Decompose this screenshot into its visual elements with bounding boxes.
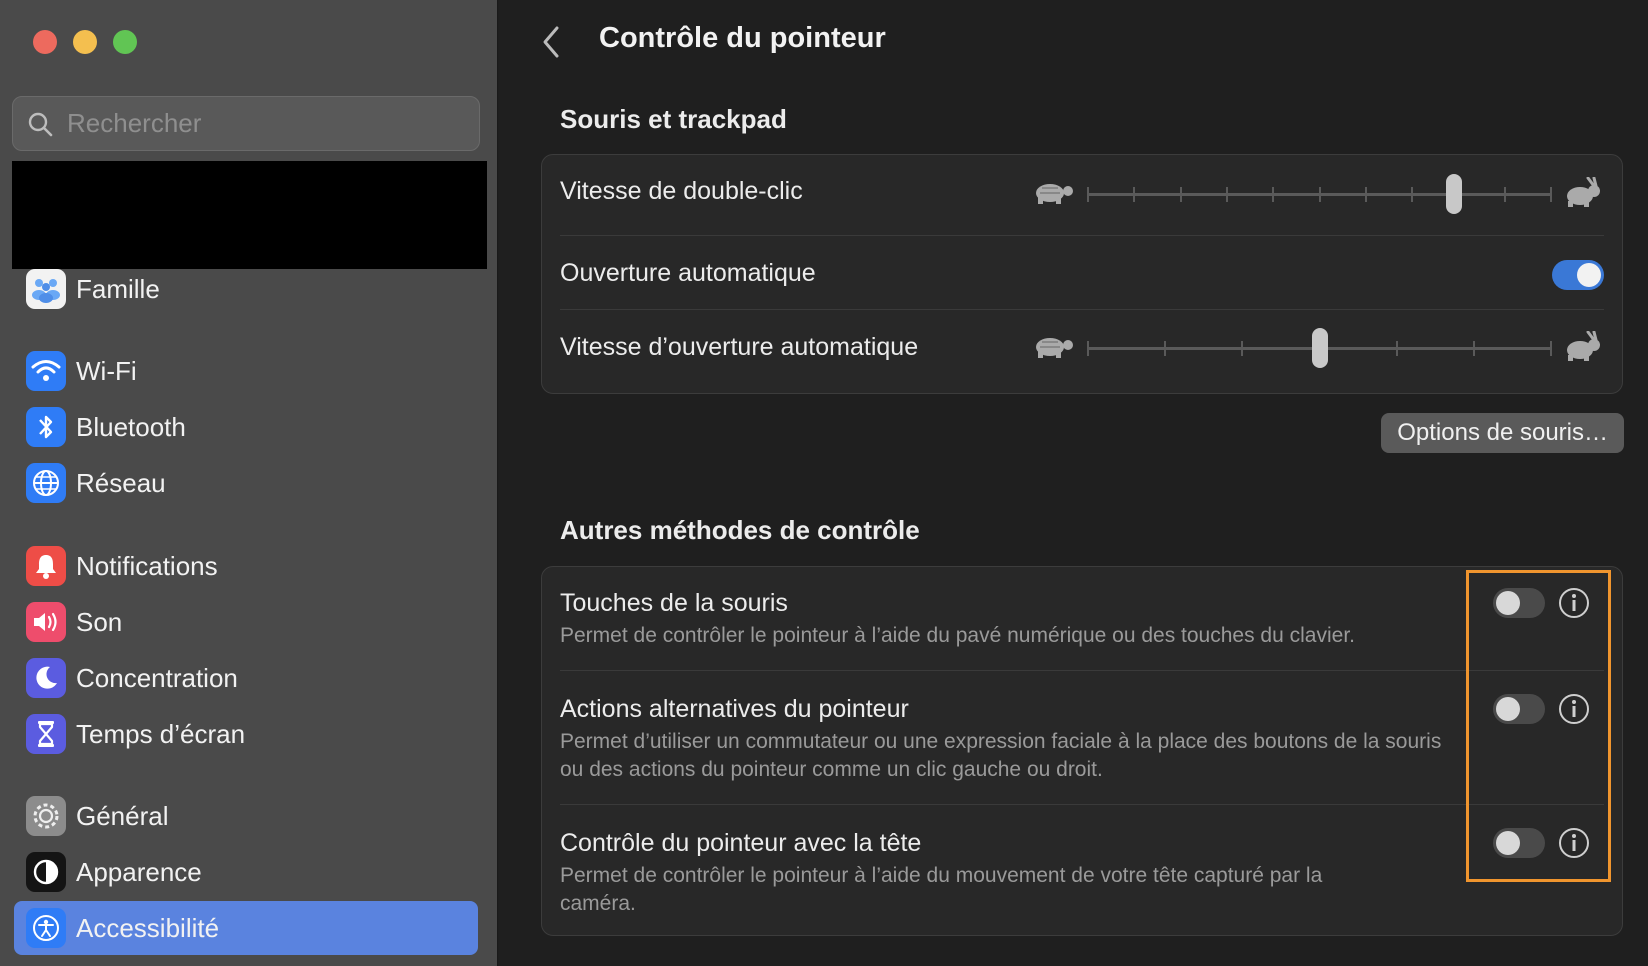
slider-tick: [1179, 187, 1182, 202]
family-icon: [26, 269, 66, 309]
close-window-button[interactable]: [33, 30, 57, 54]
slider-thumb[interactable]: [1311, 328, 1328, 368]
slider-tick: [1225, 187, 1228, 202]
sidebar-item-label: Réseau: [76, 467, 166, 498]
sidebar-item-accessibilite[interactable]: Accessibilité: [14, 901, 478, 955]
sidebar-item-concentration[interactable]: Concentration: [14, 651, 478, 705]
rabbit-fast-icon: [1567, 331, 1600, 361]
spring-loading-toggle[interactable]: [1552, 260, 1604, 290]
sidebar-item-label: Apparence: [76, 856, 202, 887]
turtle-slow-icon: [1036, 338, 1073, 358]
sidebar-item-label: Wi-Fi: [76, 355, 137, 386]
hourglass-icon: [26, 714, 66, 754]
sidebar: Rechercher Famille Wi-Fi Bluetooth Résea…: [0, 0, 498, 966]
sidebar-item-famille[interactable]: Famille: [14, 262, 478, 316]
sidebar-item-notifications[interactable]: Notifications: [14, 539, 478, 593]
sidebar-item-label: Son: [76, 606, 123, 637]
head-pointer-description: Permet de contrôler le pointeur à l’aide…: [560, 864, 1323, 915]
mouse-keys-description: Permet de contrôler le pointeur à l’aide…: [560, 624, 1355, 647]
bluetooth-icon: [26, 407, 66, 447]
section-heading-mouse-trackpad: Souris et trackpad: [560, 104, 787, 134]
search-placeholder: Rechercher: [67, 108, 202, 138]
slider-tick: [1550, 187, 1552, 202]
spring-loading-label: Ouverture automatique: [560, 259, 816, 287]
accessibility-icon: [26, 908, 66, 948]
slider-tick: [1550, 341, 1552, 356]
sidebar-item-reseau[interactable]: Réseau: [14, 456, 478, 510]
wifi-icon: [26, 351, 66, 391]
rabbit-fast-icon: [1567, 177, 1600, 207]
redacted-account-area: [12, 161, 487, 269]
alternate-pointer-actions-label: Actions alternatives du pointeur: [560, 695, 909, 723]
spring-loading-speed-label: Vitesse d’ouverture automatique: [560, 333, 919, 361]
network-globe-icon: [26, 463, 66, 503]
sidebar-item-label: Notifications: [76, 550, 218, 581]
sidebar-item-son[interactable]: Son: [14, 595, 478, 649]
search-icon: [28, 112, 53, 136]
head-pointer-label: Contrôle du pointeur avec la tête: [560, 829, 922, 857]
slider-tick: [1411, 187, 1414, 202]
slider-tick: [1087, 341, 1089, 356]
slider-tick: [1503, 187, 1506, 202]
turtle-slow-icon: [1036, 184, 1073, 204]
slider-tick: [1472, 341, 1475, 356]
page-title: Contrôle du pointeur: [599, 22, 886, 54]
slider-tick: [1087, 187, 1089, 202]
slider-tick: [1364, 187, 1367, 202]
bell-icon: [26, 546, 66, 586]
alternate-pointer-actions-description: Permet d’utiliser un commutateur ou une …: [560, 730, 1442, 781]
sidebar-item-label: Temps d’écran: [76, 718, 246, 749]
maximize-window-button[interactable]: [113, 30, 137, 54]
moon-icon: [26, 658, 66, 698]
sidebar-item-temps-ecran[interactable]: Temps d’écran: [14, 707, 478, 761]
row-divider: [560, 670, 1604, 671]
back-chevron-icon[interactable]: [539, 24, 563, 60]
slider-tick: [1272, 187, 1275, 202]
row-divider: [560, 235, 1604, 236]
slider-tick: [1318, 187, 1321, 202]
sidebar-item-label: Bluetooth: [76, 411, 186, 442]
double-click-speed-slider[interactable]: [1087, 174, 1552, 214]
highlight-outline: [1466, 570, 1611, 882]
sidebar-item-wifi[interactable]: Wi-Fi: [14, 344, 478, 398]
mouse-trackpad-group: Vitesse de double-clic Ouverture automat…: [541, 154, 1623, 394]
sidebar-item-apparence[interactable]: Apparence: [14, 845, 478, 899]
gear-icon: [26, 796, 66, 836]
slider-thumb[interactable]: [1446, 174, 1463, 214]
slider-tick: [1395, 341, 1398, 356]
sidebar-item-label: Général: [76, 800, 169, 831]
slider-tick: [1241, 341, 1244, 356]
spring-loading-speed-slider[interactable]: [1087, 328, 1552, 368]
window-controls: [33, 30, 137, 54]
row-divider: [560, 804, 1604, 805]
slider-tick: [1133, 187, 1136, 202]
mouse-keys-label: Touches de la souris: [560, 589, 788, 617]
sidebar-item-general[interactable]: Général: [14, 789, 478, 843]
appearance-icon: [26, 852, 66, 892]
main-panel: Contrôle du pointeur Souris et trackpad …: [499, 0, 1648, 966]
sidebar-item-label: Accessibilité: [76, 912, 220, 943]
row-divider: [560, 309, 1604, 310]
sidebar-item-bluetooth[interactable]: Bluetooth: [14, 400, 478, 454]
sidebar-item-label: Concentration: [76, 662, 238, 693]
search-field[interactable]: Rechercher: [12, 96, 480, 151]
mouse-options-button[interactable]: Options de souris…: [1381, 413, 1624, 453]
minimize-window-button[interactable]: [73, 30, 97, 54]
speaker-icon: [26, 602, 66, 642]
sidebar-item-label: Famille: [76, 273, 160, 304]
other-methods-group: Touches de la souris Permet de contrôler…: [541, 566, 1623, 936]
section-heading-other-methods: Autres méthodes de contrôle: [560, 515, 920, 545]
slider-tick: [1164, 341, 1167, 356]
double-click-speed-label: Vitesse de double-clic: [560, 177, 803, 205]
